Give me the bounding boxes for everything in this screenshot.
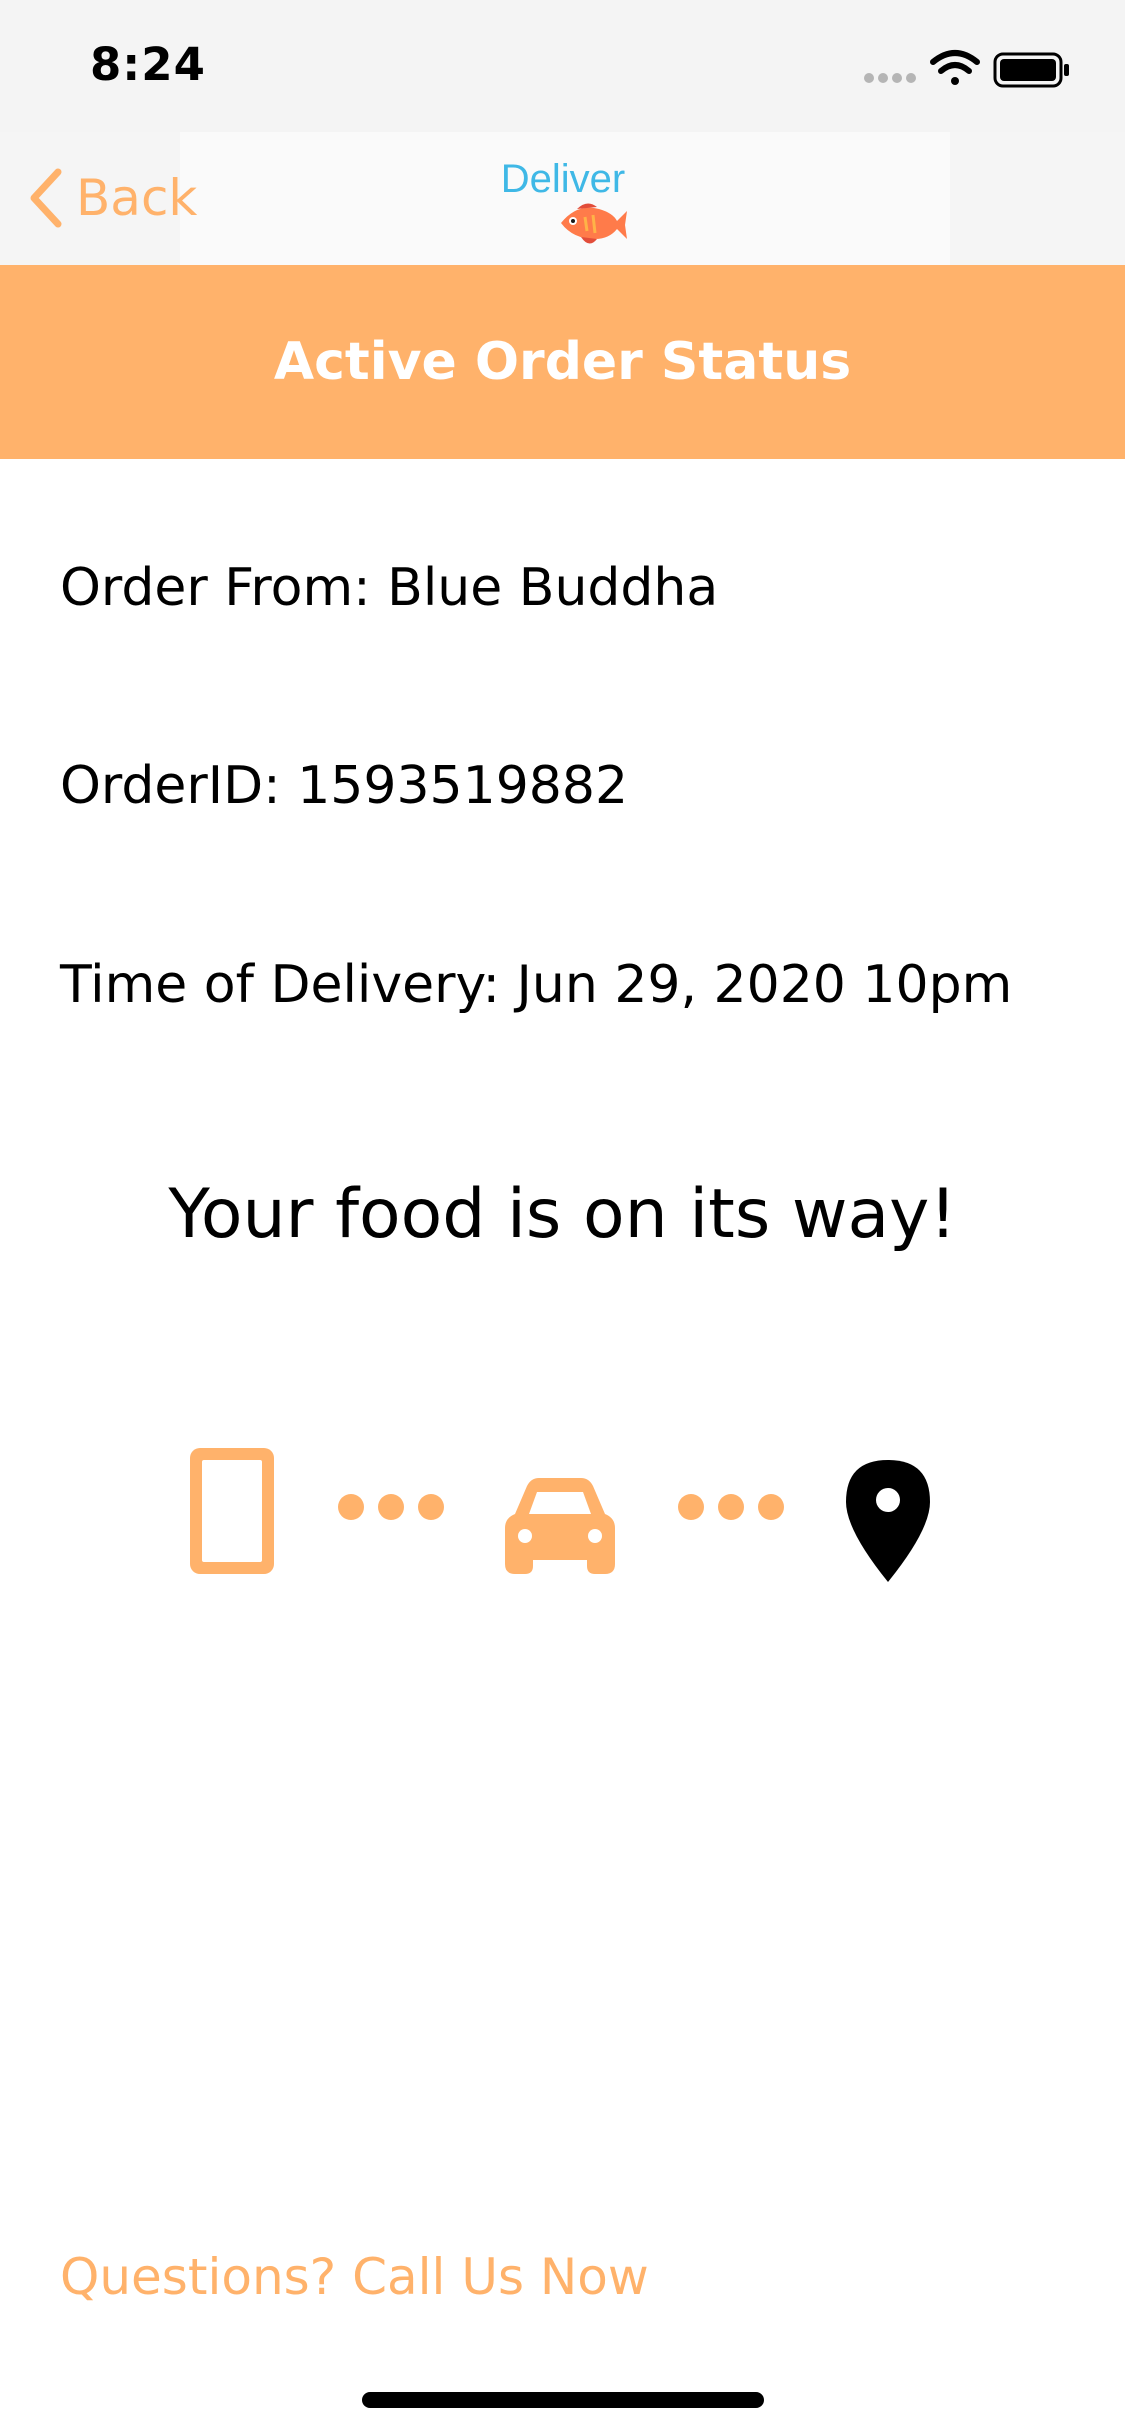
back-label: Back <box>76 169 198 227</box>
status-time: 8:24 <box>90 38 206 91</box>
delivery-time-label: Time of Delivery: Jun 29, 2020 10pm <box>60 955 1013 1015</box>
progress-dots <box>338 1494 444 1520</box>
location-pin-icon <box>846 1460 930 1582</box>
call-us-link[interactable]: Questions? Call Us Now <box>60 2248 649 2306</box>
order-from-label: Order From: Blue Buddha <box>60 558 719 618</box>
status-message: Your food is on its way! <box>168 1175 957 1254</box>
order-progress-tracker <box>0 1440 1125 1582</box>
back-button[interactable]: Back <box>24 162 197 234</box>
fish-icon <box>561 203 627 244</box>
home-indicator[interactable] <box>362 2392 764 2408</box>
status-icons <box>864 50 1069 88</box>
order-id-label: OrderID: 1593519882 <box>60 756 629 816</box>
page-title: Active Order Status <box>273 332 852 392</box>
progress-dots <box>678 1494 784 1520</box>
status-bar: 8:24 <box>0 0 1125 132</box>
page-header: Active Order Status <box>0 265 1125 459</box>
battery-icon <box>993 52 1069 88</box>
signal-icon <box>864 73 916 83</box>
chevron-left-icon <box>30 168 62 228</box>
phone-icon <box>190 1448 274 1574</box>
car-icon <box>505 1478 615 1574</box>
wifi-icon <box>930 50 980 85</box>
app-logo: Deliver <box>497 155 629 255</box>
